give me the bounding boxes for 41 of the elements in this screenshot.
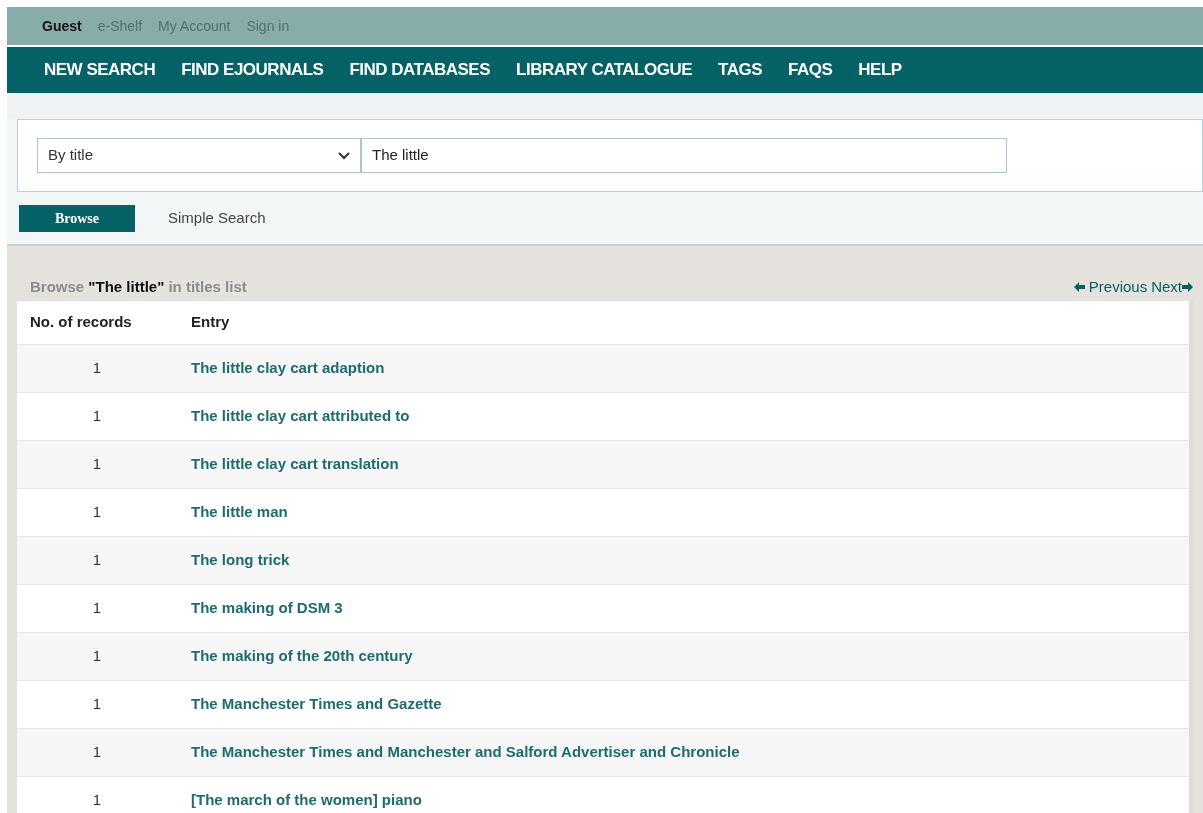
entry-link[interactable]: The Manchester Times and Gazette — [191, 693, 442, 716]
scope-dropdown[interactable]: By title — [37, 138, 361, 173]
record-count: 1 — [91, 502, 103, 523]
entry-link[interactable]: The long trick — [191, 549, 290, 572]
nav-link[interactable]: FAQS — [788, 57, 833, 83]
entry-link[interactable]: The making of DSM 3 — [191, 597, 343, 620]
right-arrow-icon — [1182, 281, 1193, 292]
nav-link[interactable]: LIBRARY CATALOGUE — [516, 57, 693, 83]
record-count: 1 — [91, 550, 103, 571]
entry-link[interactable]: The making of the 20th century — [191, 645, 413, 668]
record-count: 1 — [91, 406, 103, 427]
record-count: 1 — [91, 598, 103, 619]
scope-value: By title — [48, 145, 93, 166]
entry-link[interactable]: [The march of the women] piano — [191, 789, 422, 812]
record-count: 1 — [91, 454, 103, 475]
record-count: 1 — [91, 694, 103, 715]
entry-link[interactable]: The little clay cart adaption — [191, 357, 385, 380]
user-name: Guest — [42, 16, 82, 36]
entry-link[interactable]: The little clay cart translation — [191, 453, 399, 476]
record-count: 1 — [91, 742, 103, 763]
column-header: No. of records — [29, 312, 133, 333]
nav-link[interactable]: FIND DATABASES — [349, 57, 491, 83]
record-count: 1 — [91, 646, 103, 667]
nav-link[interactable]: FIND EJOURNALS — [181, 57, 324, 83]
next-link[interactable]: Next — [1151, 275, 1182, 298]
record-count: 1 — [91, 790, 103, 811]
nav-link[interactable]: NEW SEARCH — [44, 57, 156, 83]
record-count: 1 — [91, 358, 103, 379]
simple-search-link[interactable]: Simple Search — [168, 206, 266, 230]
search-field[interactable]: The little — [361, 138, 1007, 173]
chevron-down-icon — [338, 151, 350, 160]
browse-button[interactable]: Browse — [19, 204, 135, 232]
entry-link[interactable]: The little clay cart attributed to — [191, 405, 410, 428]
entry-link[interactable]: The Manchester Times and Manchester and Salford Advertiser and Chronicle — [191, 741, 740, 764]
results-heading: Browse "The little" in titles list — [30, 276, 247, 297]
entry-link[interactable]: The little man — [191, 501, 288, 524]
previous-link[interactable]: Previous — [1088, 275, 1148, 298]
left-arrow-icon — [1073, 281, 1085, 292]
nav-link[interactable]: HELP — [858, 57, 902, 83]
nav-link[interactable]: TAGS — [718, 57, 762, 83]
column-header: Entry — [191, 312, 230, 333]
